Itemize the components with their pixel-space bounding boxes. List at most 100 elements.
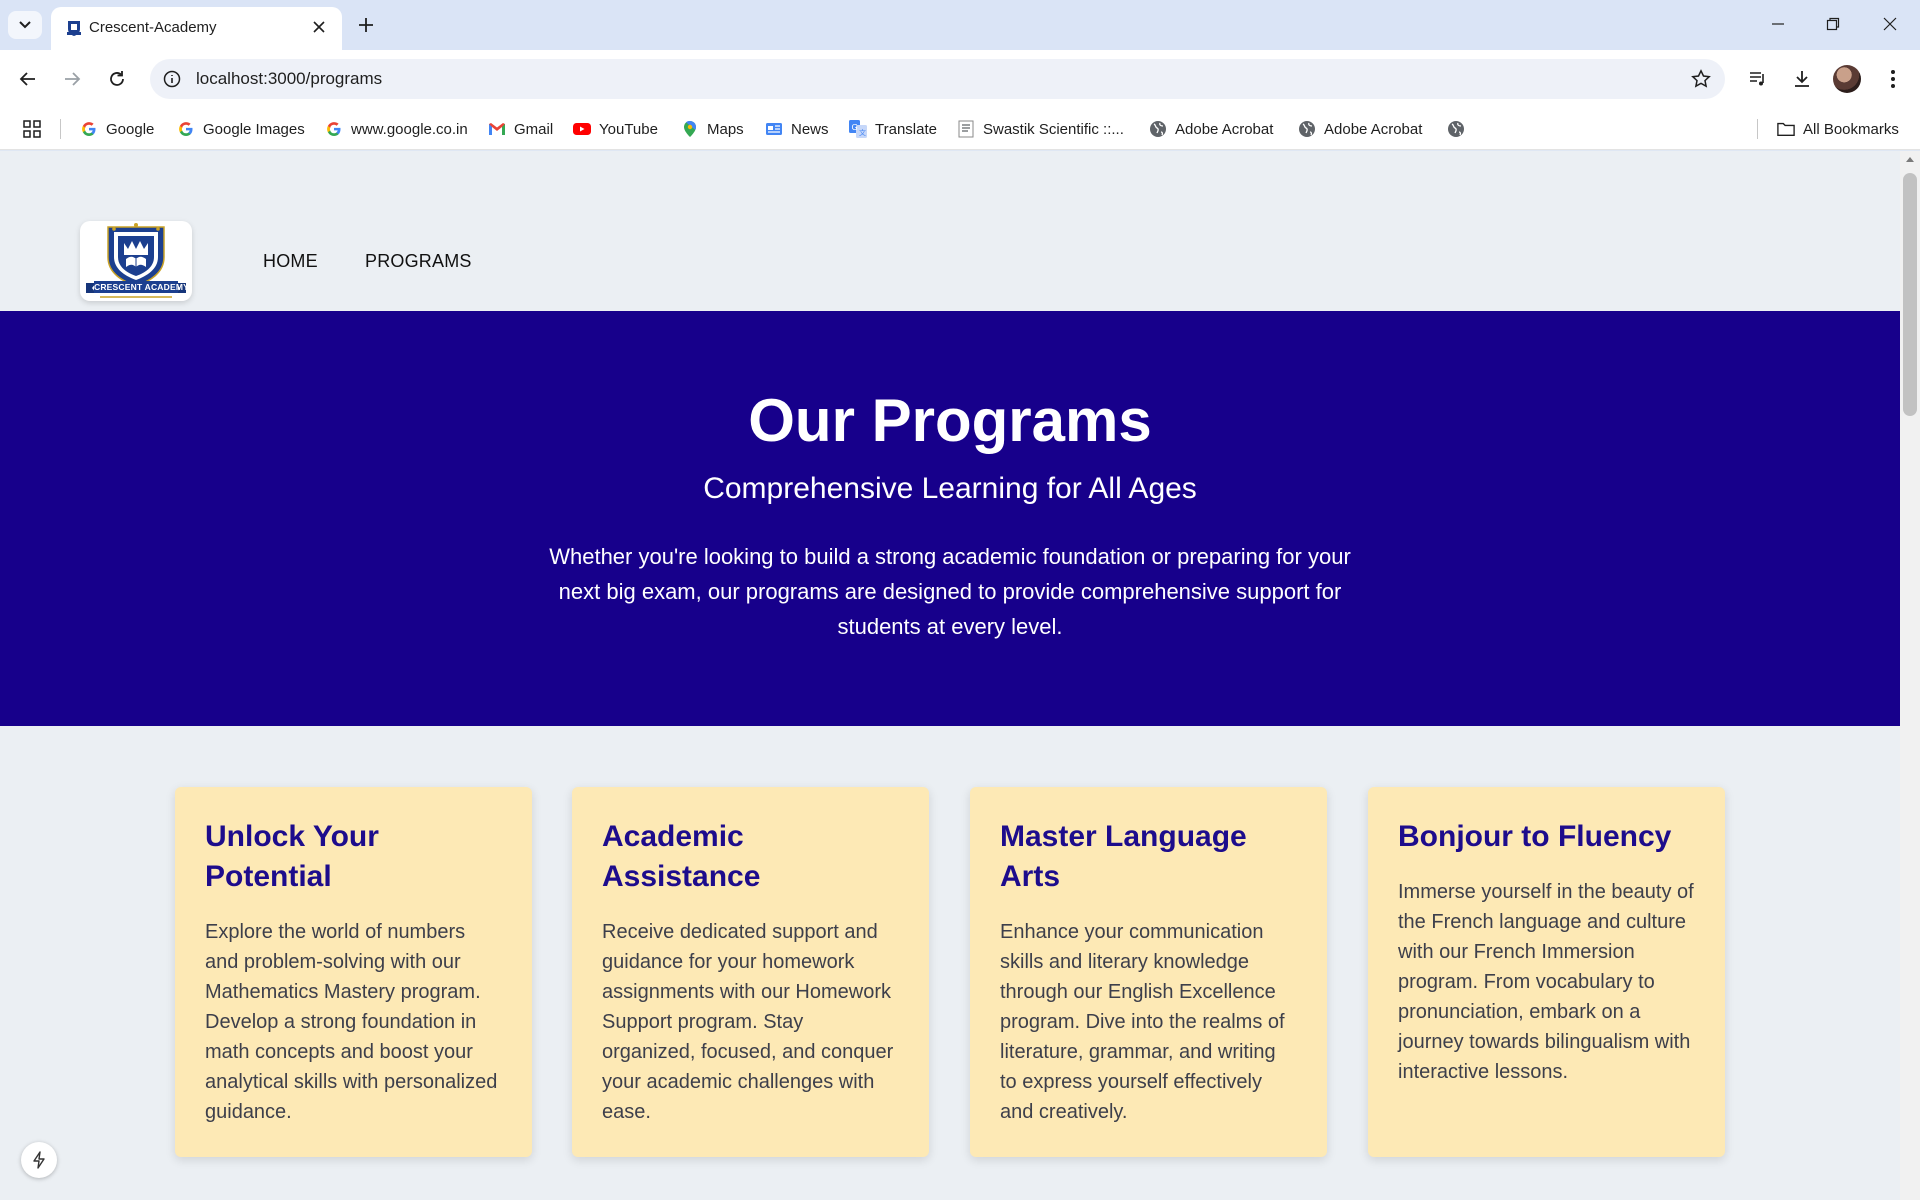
bookmark-adobe-acrobat-1[interactable]: Adobe Acrobat xyxy=(1149,118,1273,140)
plus-icon xyxy=(359,18,373,32)
tab-search-button[interactable] xyxy=(8,11,42,39)
bookmark-label: Adobe Acrobat xyxy=(1175,120,1274,138)
google-icon xyxy=(177,120,195,138)
program-card-french[interactable]: Bonjour to Fluency Immerse yourself in t… xyxy=(1368,787,1725,1157)
document-icon xyxy=(957,120,975,138)
bookmarks-bar: Google Google Images www.google.co.in Gm… xyxy=(0,108,1920,150)
bookmark-news[interactable]: News xyxy=(765,118,829,140)
browser-menu-button[interactable] xyxy=(1877,63,1909,95)
close-icon xyxy=(1883,17,1897,31)
bookmark-google[interactable]: Google xyxy=(80,118,154,140)
nav-programs-link[interactable]: PROGRAMS xyxy=(365,251,472,272)
address-bar[interactable]: localhost:3000/programs xyxy=(150,59,1725,99)
nav-home-link[interactable]: HOME xyxy=(263,251,318,272)
minimize-icon xyxy=(1772,23,1784,25)
program-card-homework[interactable]: Academic Assistance Receive dedicated su… xyxy=(572,787,929,1157)
bookmark-google-images[interactable]: Google Images xyxy=(177,118,305,140)
download-icon xyxy=(1795,71,1809,87)
lightning-bolt-icon xyxy=(33,1151,45,1169)
bookmark-label: Gmail xyxy=(514,120,554,138)
bookmark-adobe-acrobat-2[interactable]: Adobe Acrobat xyxy=(1298,118,1422,140)
tab-close-button[interactable] xyxy=(308,16,330,38)
bookmark-globe[interactable] xyxy=(1447,118,1465,140)
bookmark-maps[interactable]: Maps xyxy=(681,118,744,140)
scroll-up-arrow-icon[interactable] xyxy=(1906,157,1914,162)
svg-text:文: 文 xyxy=(859,128,866,137)
restore-button[interactable] xyxy=(1813,8,1853,40)
bookmark-separator xyxy=(60,119,61,139)
program-card-description: Receive dedicated support and guidance f… xyxy=(602,921,894,1123)
downloads-button[interactable] xyxy=(1786,63,1818,95)
site-info-button[interactable] xyxy=(160,67,184,91)
bookmark-google-co-in[interactable]: www.google.co.in xyxy=(325,118,468,140)
star-icon xyxy=(1691,69,1711,88)
svg-text:G: G xyxy=(852,123,858,132)
bookmark-label: News xyxy=(791,120,829,138)
bookmark-label: Google xyxy=(106,120,155,138)
bookmark-label: www.google.co.in xyxy=(351,120,468,138)
bookmark-label: Adobe Acrobat xyxy=(1324,120,1423,138)
close-icon xyxy=(313,21,325,33)
program-card-title: Master Language Arts xyxy=(1000,820,1247,893)
programs-grid: Unlock Your Potential Explore the world … xyxy=(175,787,1725,1157)
apps-button[interactable] xyxy=(20,117,44,141)
bookmark-translate[interactable]: G文 Translate xyxy=(849,118,937,140)
forward-button[interactable] xyxy=(56,63,88,95)
program-card-description: Immerse yourself in the beauty of the Fr… xyxy=(1398,881,1694,1083)
apps-grid-icon xyxy=(23,120,41,138)
globe-icon xyxy=(1149,120,1167,138)
tab-strip: Crescent-Academy xyxy=(0,0,1920,50)
restore-icon xyxy=(1826,17,1840,31)
scrollbar-thumb[interactable] xyxy=(1903,173,1917,416)
academy-favicon-icon xyxy=(67,21,81,36)
hero-section: Our Programs Comprehensive Learning for … xyxy=(0,311,1900,726)
bookmark-star-button[interactable] xyxy=(1689,67,1713,91)
browser-toolbar: localhost:3000/programs xyxy=(0,50,1920,108)
browser-tab[interactable]: Crescent-Academy xyxy=(51,7,342,50)
bookmark-gmail[interactable]: Gmail xyxy=(488,118,553,140)
bookmark-label: YouTube xyxy=(599,120,658,138)
globe-icon xyxy=(1447,120,1465,138)
translate-icon: G文 xyxy=(849,120,867,138)
program-card-title: Academic Assistance xyxy=(602,820,761,893)
program-card-description: Enhance your communication skills and li… xyxy=(1000,921,1285,1123)
bookmark-label: Translate xyxy=(875,120,937,138)
playlist-icon xyxy=(1750,72,1764,86)
window-close-button[interactable] xyxy=(1870,8,1910,40)
program-card-mathematics[interactable]: Unlock Your Potential Explore the world … xyxy=(175,787,532,1157)
google-icon xyxy=(80,120,98,138)
maps-icon xyxy=(681,120,699,138)
news-icon xyxy=(765,120,783,138)
globe-icon xyxy=(1298,120,1316,138)
hero-subtitle: Comprehensive Learning for All Ages xyxy=(703,472,1197,505)
info-icon xyxy=(163,70,181,88)
back-button[interactable] xyxy=(12,63,44,95)
more-vertical-icon xyxy=(1891,70,1895,88)
bookmark-label: Swastik Scientific ::... xyxy=(983,120,1124,138)
program-card-description: Explore the world of numbers and problem… xyxy=(205,921,498,1123)
bookmark-youtube[interactable]: YouTube xyxy=(573,118,658,140)
hero-description: Whether you're looking to build a strong… xyxy=(549,544,1351,639)
dev-tools-button[interactable] xyxy=(21,1142,57,1178)
minimize-button[interactable] xyxy=(1758,8,1798,40)
arrow-right-icon xyxy=(65,72,81,86)
new-tab-button[interactable] xyxy=(352,11,380,39)
arrow-left-icon xyxy=(19,72,35,86)
bookmark-swastik-scientific[interactable]: Swastik Scientific ::... xyxy=(957,118,1124,140)
program-card-english[interactable]: Master Language Arts Enhance your commun… xyxy=(970,787,1327,1157)
google-icon xyxy=(325,120,343,138)
site-logo[interactable]: CRESCENT ACADEMY xyxy=(80,221,192,301)
profile-avatar[interactable] xyxy=(1833,65,1861,93)
chevron-down-icon xyxy=(19,21,31,29)
media-control-button[interactable] xyxy=(1742,63,1774,95)
bookmark-label: Maps xyxy=(707,120,744,138)
all-bookmarks-button[interactable]: All Bookmarks xyxy=(1777,118,1899,140)
program-card-title: Unlock Your Potential xyxy=(205,820,379,893)
page-viewport: CRESCENT ACADEMY HOME PROGRAMS Our Progr… xyxy=(0,151,1900,1200)
page-title: Our Programs xyxy=(748,387,1152,454)
page-scrollbar[interactable] xyxy=(1900,151,1920,1200)
reload-button[interactable] xyxy=(101,63,133,95)
all-bookmarks-label: All Bookmarks xyxy=(1803,120,1899,138)
url-text: localhost:3000/programs xyxy=(196,69,383,88)
bookmark-label: Google Images xyxy=(203,120,305,138)
